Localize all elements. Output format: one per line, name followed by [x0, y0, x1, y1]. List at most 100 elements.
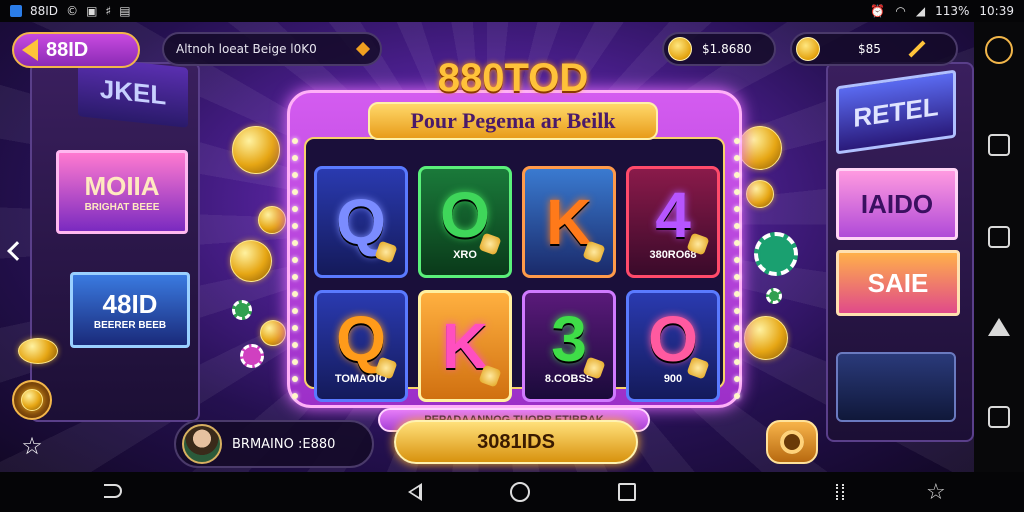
- reel-cell: 3 8.COBSS: [522, 290, 616, 402]
- right-machine-screen: [836, 352, 956, 422]
- frame-light-dot: [292, 189, 298, 195]
- image-notification-icon: ▣: [86, 4, 98, 18]
- cell-signal-icon: ◢: [915, 4, 926, 18]
- frame-light-dot: [734, 189, 740, 195]
- frame-light-dot: [292, 206, 298, 212]
- assistant-star-icon[interactable]: ☆: [926, 480, 946, 505]
- compass-icon[interactable]: [985, 36, 1013, 64]
- frame-light-dot: [734, 223, 740, 229]
- right-sign-3-text: SAIE: [867, 267, 929, 298]
- nav-triangle-back-icon[interactable]: [408, 483, 422, 501]
- signal-notification-icon: ♯: [105, 4, 112, 18]
- frame-light-dot: [292, 223, 298, 229]
- reel-cell: K: [522, 166, 616, 278]
- reel-symbol: 3: [551, 303, 587, 375]
- store-notification-icon: ▤: [119, 4, 131, 18]
- frame-light-dot: [734, 308, 740, 314]
- cash-balance-pill[interactable]: $85: [790, 32, 958, 66]
- frame-light-dot: [292, 257, 298, 263]
- poker-chip-decoration: [232, 300, 252, 320]
- left-sign-3-small: BEERER BEEB: [93, 320, 167, 331]
- coin-shop-button[interactable]: [12, 380, 52, 420]
- autospin-button[interactable]: [766, 420, 818, 464]
- reel-symbol: K: [545, 186, 593, 258]
- left-sign-3-big: 48ID: [102, 289, 158, 319]
- frame-light-dot: [292, 291, 298, 297]
- frame-light-dot: [292, 172, 298, 178]
- magic-wand-icon: [908, 40, 926, 58]
- reel-cell: Q TOMAOIO: [314, 290, 408, 402]
- keyboard-icon[interactable]: [836, 484, 844, 500]
- reel-cell: O 900: [626, 290, 720, 402]
- frame-light-dot: [734, 274, 740, 280]
- coin-decoration: [260, 320, 286, 346]
- house-icon[interactable]: [988, 226, 1010, 248]
- diamond-icon: [355, 41, 371, 57]
- coin-icon: [796, 37, 820, 61]
- frame-light-dot: [734, 342, 740, 348]
- frame-light-dot: [734, 359, 740, 365]
- home-icon[interactable]: [988, 134, 1010, 156]
- side-navigation-panel: [974, 22, 1024, 472]
- coin-decoration: [744, 316, 788, 360]
- favorite-button[interactable]: ☆: [12, 426, 52, 466]
- frame-light-dot: [734, 155, 740, 161]
- frame-light-dot: [292, 155, 298, 161]
- coin-balance-pill[interactable]: $1.8680: [662, 32, 776, 66]
- coin-icon: [21, 389, 43, 411]
- reel-symbol: K: [441, 310, 489, 382]
- gear-icon: [780, 430, 804, 454]
- coin-decoration: [258, 206, 286, 234]
- spin-button-label: 3081IDS: [477, 430, 555, 453]
- nav-back-icon[interactable]: [104, 484, 122, 498]
- left-sign-2-small: BRIGHAT BEEE: [84, 202, 160, 213]
- poker-chip-decoration: [766, 288, 782, 304]
- circle-notification-icon: ©: [66, 4, 79, 18]
- left-sign-1-text: JKEL: [99, 73, 167, 110]
- right-machine-sign-2: IAIDO: [836, 168, 958, 240]
- game-title-banner: 880TOD Pour Pegema ar Beilk: [368, 56, 658, 140]
- back-arrow-icon: [22, 39, 38, 61]
- frame-light-dot: [292, 359, 298, 365]
- nav-recents-icon[interactable]: [618, 483, 636, 501]
- nav-home-icon[interactable]: [510, 482, 530, 502]
- cash-balance-value: $85: [858, 42, 881, 56]
- coin-decoration: [230, 240, 272, 282]
- system-nav-bar: ☆: [0, 472, 1024, 512]
- reel-cell: 4 380RO68: [626, 166, 720, 278]
- frame-light-dot: [734, 257, 740, 263]
- frame-light-dot: [292, 308, 298, 314]
- alarm-icon: ⏰: [870, 4, 886, 18]
- status-app-name: 88ID: [30, 4, 59, 18]
- frame-light-dot: [292, 393, 298, 399]
- left-machine-sign-2: MOIIA BRIGHAT BEEE: [56, 150, 188, 234]
- poker-chip-decoration: [754, 232, 798, 276]
- frame-light-dot: [734, 206, 740, 212]
- status-bar: 88ID © ▣ ♯ ▤ ⏰ ◠ ◢ 113% 10:39: [0, 0, 1024, 22]
- title-ribbon: Pour Pegema ar Beilk: [368, 102, 658, 140]
- coin-decoration: [18, 338, 58, 364]
- left-machine-sign-3: 48ID BEERER BEEB: [70, 272, 190, 348]
- frame-light-dot: [292, 325, 298, 331]
- player-info[interactable]: BRMAINO :E880: [174, 420, 374, 468]
- check-house-icon[interactable]: [988, 406, 1010, 428]
- back-button-label: 88ID: [46, 38, 89, 61]
- reel-cell: Q: [314, 166, 408, 278]
- right-sign-1-text: RETEL: [853, 90, 939, 133]
- back-button[interactable]: 88ID: [12, 32, 140, 68]
- frame-light-dot: [734, 138, 740, 144]
- avatar: [182, 424, 222, 464]
- search-field-text: Altnoh loeat Beige l0K0: [176, 42, 317, 56]
- right-sign-2-text: IAIDO: [860, 188, 934, 219]
- app-notification-icon: [10, 5, 22, 17]
- search-field[interactable]: Altnoh loeat Beige l0K0: [162, 32, 382, 66]
- status-time: 10:39: [979, 4, 1014, 18]
- spin-button[interactable]: 3081IDS: [394, 420, 638, 464]
- share-icon[interactable]: [988, 318, 1010, 336]
- frame-light-dot: [734, 240, 740, 246]
- reel-caption: XRO: [453, 249, 477, 261]
- title-ribbon-text: Pour Pegema ar Beilk: [410, 108, 616, 133]
- reel-cell: O XRO: [418, 166, 512, 278]
- coin-decoration: [746, 180, 774, 208]
- left-sign-2-big: MOIIA: [84, 171, 160, 201]
